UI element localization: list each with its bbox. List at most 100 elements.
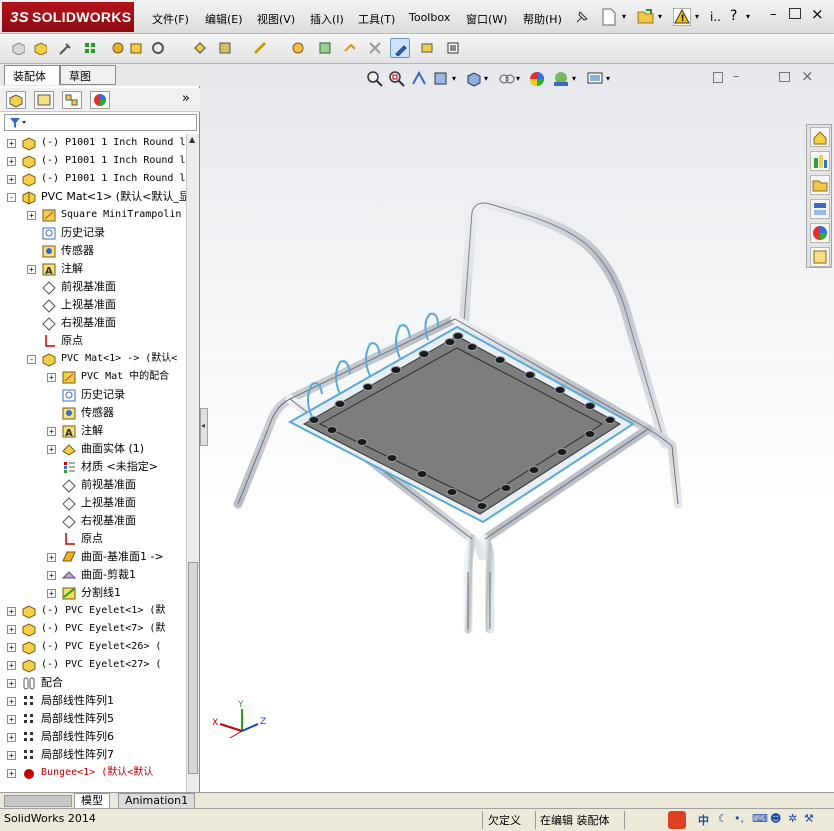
- feature-manager-tab[interactable]: [6, 91, 26, 109]
- tab-animation1[interactable]: Animation1: [118, 793, 196, 809]
- eyelet[interactable]: [390, 366, 402, 374]
- menu-window[interactable]: 窗口(W): [466, 11, 507, 27]
- expand-icon[interactable]: +: [7, 679, 16, 688]
- search-label[interactable]: i..: [710, 10, 721, 24]
- solidworks-logo[interactable]: 3S SOLIDWORKS: [2, 2, 134, 32]
- eyelet[interactable]: [308, 416, 320, 424]
- eyelet[interactable]: [386, 454, 398, 462]
- menu-tools[interactable]: 工具(T): [358, 11, 395, 27]
- menu-edit[interactable]: 编辑(E): [205, 11, 243, 27]
- interference-detection-tool[interactable]: [365, 38, 385, 58]
- expand-icon[interactable]: +: [47, 553, 56, 562]
- minimize-icon[interactable]: –: [770, 7, 777, 22]
- menu-view[interactable]: 视图(V): [257, 11, 295, 27]
- expand-icon[interactable]: +: [7, 139, 16, 148]
- collapse-icon[interactable]: -: [27, 355, 36, 364]
- tab-scroll-arrows[interactable]: [4, 795, 72, 807]
- expand-icon[interactable]: +: [7, 715, 16, 724]
- exploded-view-tool[interactable]: [315, 38, 335, 58]
- eyelet[interactable]: [362, 383, 374, 391]
- help-icon[interactable]: ?: [730, 8, 737, 24]
- insert-component-tool[interactable]: [8, 38, 28, 58]
- assembly-features-tool[interactable]: [190, 38, 210, 58]
- ime-moon-icon[interactable]: ☾: [718, 812, 728, 825]
- chevron-down-icon[interactable]: ▾: [622, 12, 626, 21]
- eyelet[interactable]: [418, 350, 430, 358]
- ime-settings-icon[interactable]: ✲: [788, 812, 797, 825]
- eyelet[interactable]: [528, 466, 540, 474]
- instant3d-tool[interactable]: [417, 38, 437, 58]
- expand-icon[interactable]: +: [7, 697, 16, 706]
- rebuild-tool[interactable]: [443, 38, 463, 58]
- eyelet[interactable]: [334, 400, 346, 408]
- display-manager-tab[interactable]: [90, 91, 110, 109]
- mate-tool[interactable]: [54, 38, 74, 58]
- pin-icon[interactable]: [574, 9, 590, 25]
- reference-geometry-tool[interactable]: [215, 38, 235, 58]
- tree-filter[interactable]: [4, 114, 197, 131]
- eyelet[interactable]: [556, 448, 568, 456]
- chevron-down-icon[interactable]: ▾: [658, 12, 662, 21]
- ime-keyboard-icon[interactable]: ⌨: [752, 812, 768, 825]
- scroll-up-icon[interactable]: ▲: [189, 135, 195, 144]
- explode-line-sketch-tool[interactable]: [340, 38, 360, 58]
- eyelet[interactable]: [500, 484, 512, 492]
- expand-icon[interactable]: +: [7, 607, 16, 616]
- tree-vertical-scrollbar[interactable]: ▲ ▼: [186, 134, 199, 831]
- tab-model[interactable]: 模型: [74, 793, 110, 809]
- open-folder-icon[interactable]: [637, 8, 655, 24]
- expand-icon[interactable]: +: [27, 265, 36, 274]
- eyelet[interactable]: [494, 356, 506, 364]
- eyelet[interactable]: [584, 402, 596, 410]
- eyelet[interactable]: [476, 502, 488, 510]
- eyelet[interactable]: [356, 438, 368, 446]
- chevron-down-icon[interactable]: ▾: [695, 12, 699, 21]
- expand-icon[interactable]: +: [7, 733, 16, 742]
- expand-icon[interactable]: +: [7, 751, 16, 760]
- linear-pattern-tool[interactable]: [80, 38, 100, 58]
- menu-insert[interactable]: 插入(I): [310, 11, 344, 27]
- expand-icon[interactable]: +: [7, 157, 16, 166]
- expand-icon[interactable]: +: [47, 571, 56, 580]
- menu-toolbox[interactable]: Toolbox: [409, 11, 450, 24]
- expand-icon[interactable]: +: [47, 373, 56, 382]
- tab-assembly[interactable]: 装配体: [4, 65, 60, 85]
- expand-panel-icon[interactable]: »: [182, 91, 190, 106]
- expand-icon[interactable]: +: [7, 661, 16, 670]
- eyelet[interactable]: [326, 426, 338, 434]
- expand-icon[interactable]: +: [47, 427, 56, 436]
- expand-icon[interactable]: +: [7, 643, 16, 652]
- smart-fasteners-tool[interactable]: [108, 38, 128, 58]
- show-hidden-tool[interactable]: [148, 38, 168, 58]
- configuration-manager-tab[interactable]: [62, 91, 82, 109]
- close-icon[interactable]: ×: [811, 5, 824, 23]
- menu-help[interactable]: 帮助(H): [523, 11, 562, 27]
- edit-component-tool[interactable]: [390, 38, 410, 58]
- eyelet[interactable]: [554, 386, 566, 394]
- ime-user-icon[interactable]: ☻: [770, 812, 781, 825]
- property-manager-tab[interactable]: [34, 91, 54, 109]
- eyelet[interactable]: [604, 416, 616, 424]
- move-component-tool[interactable]: [126, 38, 146, 58]
- eyelet[interactable]: [524, 371, 536, 379]
- bill-of-materials-tool[interactable]: [288, 38, 308, 58]
- trampoline-3d-model[interactable]: Y X Z: [200, 64, 834, 792]
- eyelet[interactable]: [446, 488, 458, 496]
- menu-file[interactable]: 文件(F): [152, 11, 189, 27]
- expand-icon[interactable]: +: [7, 769, 16, 778]
- eyelet[interactable]: [584, 430, 596, 438]
- chevron-down-icon[interactable]: ▾: [746, 12, 750, 21]
- new-document-icon[interactable]: [601, 8, 617, 26]
- warning-icon[interactable]: !: [673, 8, 691, 26]
- ime-punct-icon[interactable]: •,: [734, 812, 744, 825]
- eyelet[interactable]: [416, 470, 428, 478]
- expand-icon[interactable]: +: [7, 175, 16, 184]
- eyelet[interactable]: [466, 343, 478, 351]
- expand-icon[interactable]: +: [47, 589, 56, 598]
- restore-icon[interactable]: [789, 8, 801, 19]
- graphics-area[interactable]: ▾ ▾ ▾ ▾ ▾ – × ◂ Y X Z: [200, 64, 834, 792]
- ime-tools-icon[interactable]: ⚒: [804, 812, 814, 825]
- eyelet[interactable]: [444, 338, 456, 346]
- filter-icon[interactable]: [9, 117, 27, 129]
- new-motion-study-tool[interactable]: [250, 38, 270, 58]
